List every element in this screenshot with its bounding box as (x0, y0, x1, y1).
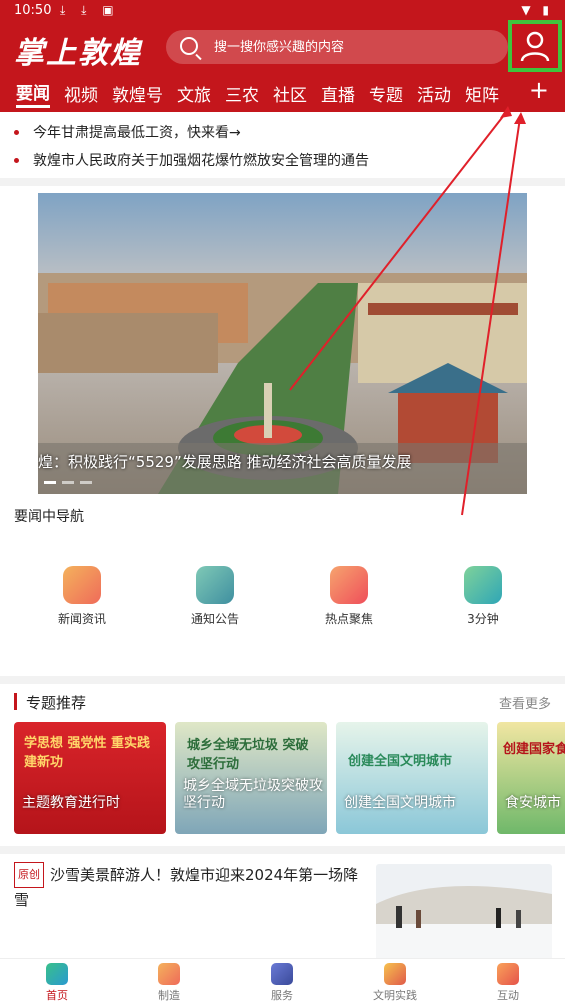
tab-agriculture[interactable]: 三农 (225, 81, 259, 106)
card-title: 主题教育进行时 (22, 795, 120, 811)
tab-events[interactable]: 活动 (417, 81, 451, 106)
original-badge: 原创 (14, 862, 44, 888)
snow-scene-image (376, 864, 552, 960)
headline-banner[interactable]: 煌：积极践行“5529”发展思路 推动经济社会高质量发展 (38, 193, 527, 494)
app-header: 10:50 ⤓ ⤓ ▣ ▼ ▮ 掌上敦煌 要闻 视频 敦煌号 文旅 三农 社区 … (0, 0, 565, 112)
tab-community[interactable]: 社区 (273, 81, 307, 106)
search-bar[interactable] (166, 30, 508, 64)
ticker-item[interactable]: 敦煌市人民政府关于加强烟花爆竹燃放安全管理的通告 (0, 146, 565, 174)
carousel-dot (44, 481, 56, 484)
app-logo: 掌上敦煌 (14, 36, 142, 71)
bottom-tab-label: 文明实践 (373, 989, 417, 1002)
topics-header: 专题推荐 查看更多 (14, 692, 551, 712)
card-title: 创建全国文明城市 (344, 795, 456, 811)
card-title: 城乡全域无垃圾突破攻坚行动 (183, 778, 323, 811)
civilization-icon (384, 963, 406, 985)
divider (0, 178, 565, 186)
add-channel-icon[interactable]: + (529, 76, 549, 104)
divider (0, 846, 565, 854)
notice-icon (196, 566, 234, 604)
status-time: 10:50 (14, 3, 52, 18)
carousel-indicator (44, 481, 92, 484)
card-banner-text: 创建国家食 (503, 742, 565, 757)
topic-card[interactable]: 创建全国文明城市 创建全国文明城市 (336, 722, 488, 834)
three-minute-icon (464, 566, 502, 604)
banner-image (38, 193, 527, 494)
make-icon (158, 963, 180, 985)
topic-card[interactable]: 创建国家食 食安城市 (497, 722, 565, 834)
bottom-tab-label: 制造 (158, 989, 180, 1002)
service-icon (271, 963, 293, 985)
bullet-icon (14, 129, 19, 135)
topic-card[interactable]: 学思想 强党性 重实践 建新功 主题教育进行时 (14, 722, 166, 834)
tab-video[interactable]: 视频 (64, 81, 98, 106)
news-icon (63, 566, 101, 604)
bottom-tab-label: 互动 (497, 989, 519, 1002)
section-marker (14, 693, 17, 710)
tab-culture-tourism[interactable]: 文旅 (177, 81, 211, 106)
tab-yaowen[interactable]: 要闻 (16, 79, 50, 108)
tab-dunhuang-hao[interactable]: 敦煌号 (112, 81, 163, 106)
card-banner-text: 城乡全域无垃圾 突破攻坚行动 (187, 738, 309, 772)
interact-icon (497, 963, 519, 985)
channel-tabs: 要闻 视频 敦煌号 文旅 三农 社区 直播 专题 活动 矩阵 (0, 78, 565, 108)
tab-live[interactable]: 直播 (321, 81, 355, 106)
nav-item-notices[interactable]: 通知公告 (170, 566, 260, 627)
article-title: 沙雪美景醉游人！敦煌市迎来2024年第一场降雪 (14, 866, 359, 909)
bullet-icon (14, 157, 19, 163)
topic-cards: 学思想 强党性 重实践 建新功 主题教育进行时 城乡全域无垃圾 突破攻坚行动 城… (14, 722, 565, 834)
carousel-dot (62, 481, 74, 484)
search-icon (180, 37, 198, 55)
news-ticker: 今年甘肃提高最低工资，快来看→ 敦煌市人民政府关于加强烟花爆竹燃放安全管理的通告 (0, 118, 565, 174)
nav-item-label: 新闻资讯 (57, 612, 106, 626)
home-icon (46, 963, 68, 985)
ticker-item[interactable]: 今年甘肃提高最低工资，快来看→ (0, 118, 565, 146)
divider (0, 676, 565, 684)
system-icons: ▼ ▮ (521, 3, 553, 17)
nav-section-title: 要闻中导航 (14, 509, 84, 525)
bottom-tab-label: 首页 (46, 989, 68, 1002)
topics-title: 专题推荐 (26, 694, 87, 712)
nav-item-hot[interactable]: 热点聚焦 (304, 566, 394, 627)
nav-item-label: 热点聚焦 (324, 612, 373, 626)
search-input[interactable] (214, 36, 494, 58)
carousel-dot (80, 481, 92, 484)
article-title-block: 原创 沙雪美景醉游人！敦煌市迎来2024年第一场降雪 (14, 862, 364, 912)
user-profile-button[interactable] (508, 20, 562, 72)
card-title: 食安城市 (505, 795, 561, 811)
nav-item-label: 3分钟 (467, 612, 499, 626)
bottom-tab-service[interactable]: 服务 (242, 963, 322, 1003)
card-banner-text: 创建全国文明城市 (348, 754, 453, 769)
bottom-tab-civilization[interactable]: 文明实践 (355, 963, 435, 1003)
user-icon (520, 31, 550, 62)
card-banner-text: 学思想 强党性 重实践 建新功 (24, 736, 151, 770)
ticker-text: 敦煌市人民政府关于加强烟花爆竹燃放安全管理的通告 (33, 153, 369, 169)
ticker-text: 今年甘肃提高最低工资，快来看→ (33, 125, 241, 141)
notification-icons: ⤓ ⤓ ▣ (60, 3, 120, 17)
nav-item-3min[interactable]: 3分钟 (438, 566, 528, 627)
bottom-tab-label: 服务 (271, 989, 293, 1002)
banner-caption: 煌：积极践行“5529”发展思路 推动经济社会高质量发展 (38, 453, 412, 471)
tab-topics[interactable]: 专题 (369, 81, 403, 106)
bottom-nav: 首页 制造 服务 文明实践 互动 (0, 958, 565, 1004)
view-more-link[interactable]: 查看更多 (499, 693, 551, 712)
article-thumbnail (376, 864, 552, 960)
topic-card[interactable]: 城乡全域无垃圾 突破攻坚行动 城乡全域无垃圾突破攻坚行动 (175, 722, 327, 834)
hot-focus-icon (330, 566, 368, 604)
article-item[interactable]: 原创 沙雪美景醉游人！敦煌市迎来2024年第一场降雪 (14, 862, 554, 960)
nav-item-label: 通知公告 (190, 612, 239, 626)
bottom-tab-home[interactable]: 首页 (17, 963, 97, 1003)
bottom-tab-interact[interactable]: 互动 (468, 963, 548, 1003)
nav-item-news[interactable]: 新闻资讯 (37, 566, 127, 627)
status-bar: 10:50 ⤓ ⤓ ▣ ▼ ▮ (0, 0, 565, 22)
bottom-tab-make[interactable]: 制造 (129, 963, 209, 1003)
tab-matrix[interactable]: 矩阵 (465, 81, 499, 106)
